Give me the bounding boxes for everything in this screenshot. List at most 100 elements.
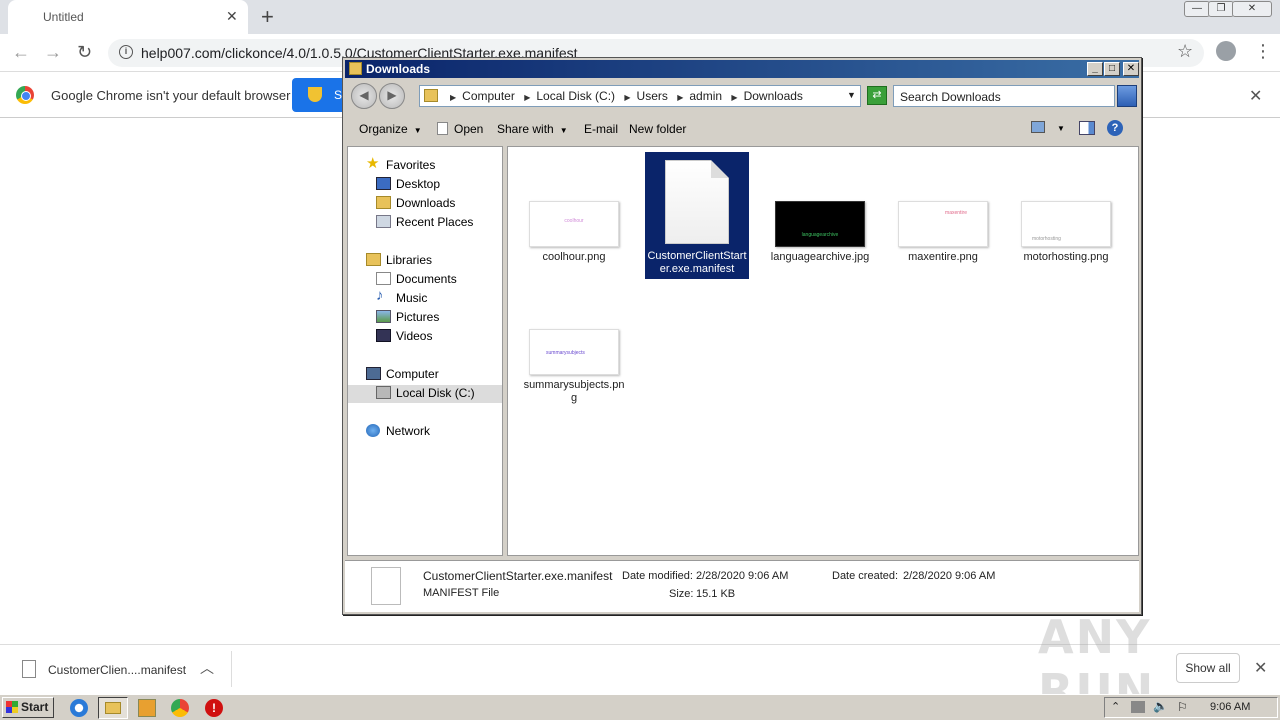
explorer-minimize-button[interactable]: _ [1087,62,1103,76]
breadcrumb-admin[interactable]: admin [689,89,722,103]
folder-icon [105,702,121,714]
date-created-label: Date created: [832,570,899,582]
network-tray-icon[interactable] [1131,701,1145,713]
command-bar: Organize ▼ Open Share with ▼ E-mail New fo… [345,116,1139,142]
back-arrow-icon[interactable]: ← [12,42,30,63]
documents-icon [376,272,391,285]
date-created-value: 2/28/2020 9:06 AM [903,570,996,582]
pictures-icon [376,310,391,323]
breadcrumb-computer[interactable]: Computer [462,89,515,103]
ie-icon[interactable] [70,699,88,717]
explorer-titlebar[interactable]: Downloads _ □ ✕ [345,60,1139,78]
preview-pane-icon[interactable] [1079,121,1095,135]
details-pane: CustomerClientStarter.exe.manifest MANIF… [345,560,1139,612]
chevron-down-icon[interactable]: ▼ [847,90,856,100]
nav-local-disk[interactable]: Local Disk (C:) [348,385,502,403]
volume-icon[interactable]: 🔈 [1153,699,1168,713]
chevron-right-icon[interactable]: ▶ [731,93,737,102]
breadcrumb-users[interactable]: Users [637,89,668,103]
minimize-button[interactable]: — [1184,1,1210,17]
search-placeholder: Search Downloads [900,90,1001,104]
explorer-address-bar[interactable]: ▶ Computer ▶ Local Disk (C:) ▶ Users ▶ admin… [419,85,861,107]
file-icon [22,660,36,678]
thumbnail-text: maxentire [945,210,967,216]
breadcrumb-local-disk[interactable]: Local Disk (C:) [536,89,615,103]
bookmark-star-icon[interactable]: ☆ [1177,41,1193,62]
refresh-icon[interactable]: ⇄ [867,86,887,105]
organize-button[interactable]: Organize ▼ [359,122,422,136]
breadcrumb-downloads[interactable]: Downloads [744,89,803,103]
file-name: summarysubjects.png [523,379,625,404]
restore-button[interactable]: ❐ [1208,1,1234,17]
profile-avatar-icon[interactable] [1216,41,1236,61]
tray-expand-icon[interactable]: ⌃ [1111,700,1120,713]
file-item[interactable]: summarysubjects summarysubjects.png [522,283,626,404]
new-folder-button[interactable]: New folder [629,122,686,136]
email-button[interactable]: E-mail [584,122,618,136]
file-item[interactable]: coolhour coolhour.png [522,155,626,275]
chevron-down-icon[interactable]: ▼ [1057,124,1065,133]
window-title: Downloads [366,62,431,76]
breadcrumb: ▶ Computer ▶ Local Disk (C:) ▶ Users ▶ admin… [444,89,803,103]
forward-button[interactable]: ▶ [379,83,405,109]
search-icon[interactable] [1117,85,1137,107]
nav-pictures-label: Pictures [396,310,440,324]
chevron-right-icon[interactable]: ▶ [524,93,530,102]
desktop-icon [376,177,391,190]
chrome-taskbar-icon[interactable] [171,699,189,717]
browser-tab[interactable]: Untitled ✕ [8,0,248,34]
date-modified-value: 2/28/2020 9:06 AM [696,570,789,582]
open-button[interactable]: Open [437,122,483,136]
thumbnail-text: languagearchive [801,232,839,238]
file-item[interactable]: maxentire maxentire.png [891,155,995,275]
back-button[interactable]: ◀ [351,83,377,109]
chevron-right-icon[interactable]: ▶ [450,93,456,102]
explorer-close-button[interactable]: ✕ [1123,62,1139,76]
chevron-right-icon[interactable]: ▶ [624,93,630,102]
file-item[interactable]: languagearchive languagearchive.jpg [768,155,872,275]
change-view-icon[interactable] [1031,121,1045,133]
shield-icon [308,87,322,102]
explorer-taskbar-button[interactable] [98,697,128,719]
help-icon[interactable]: ? [1107,120,1123,136]
details-file-name: CustomerClientStarter.exe.manifest [423,569,613,583]
chevron-up-icon[interactable]: ︿ [200,658,214,678]
start-button[interactable]: Start [2,697,54,718]
share-with-button[interactable]: Share with ▼ [497,122,568,136]
infobar-message: Google Chrome isn't your default browser [51,88,291,103]
computer-icon [366,367,381,380]
file-item-selected[interactable]: CustomerClientStarter.exe.manifest [645,152,749,279]
file-name: CustomerClientStarter.exe.manifest [647,250,747,275]
file-item[interactable]: motorhosting motorhosting.png [1014,155,1118,275]
forward-arrow-icon[interactable]: → [44,42,62,63]
media-player-icon[interactable] [138,699,156,717]
file-name: maxentire.png [908,251,978,263]
chevron-right-icon[interactable]: ▶ [677,93,683,102]
site-info-icon[interactable]: i [119,45,133,59]
size-value: 15.1 KB [696,588,736,600]
network-icon [366,424,380,437]
new-tab-button[interactable]: + [261,4,274,30]
nav-documents-label: Documents [396,272,457,286]
drive-icon [376,386,391,399]
close-window-button[interactable]: ✕ [1232,1,1272,17]
navigation-pane: ★ Favorites Desktop Downloads Recent Pla… [347,146,503,556]
reload-icon[interactable]: ↻ [77,42,92,63]
document-icon [371,567,401,605]
nav-desktop-label: Desktop [396,177,441,191]
nav-network-label: Network [386,424,431,438]
thumbnail-text: coolhour [564,218,584,224]
share-with-label: Share with [497,122,554,136]
stop-icon[interactable]: ! [205,699,223,717]
clock[interactable]: 9:06 AM [1210,701,1250,713]
download-item-name[interactable]: CustomerClien....manifest [48,663,186,677]
image-thumbnail: maxentire [898,201,988,247]
explorer-maximize-button[interactable]: □ [1104,62,1120,76]
file-list-pane: coolhour coolhour.png CustomerClientStar… [507,146,1139,556]
tab-close-icon[interactable]: ✕ [226,8,238,25]
infobar-close-icon[interactable]: ✕ [1249,86,1262,106]
file-name: languagearchive.jpg [770,251,870,263]
search-input[interactable]: Search Downloads [893,85,1115,107]
menu-dots-icon[interactable]: ⋮ [1254,41,1272,62]
flag-icon[interactable]: ⚐ [1177,700,1188,714]
